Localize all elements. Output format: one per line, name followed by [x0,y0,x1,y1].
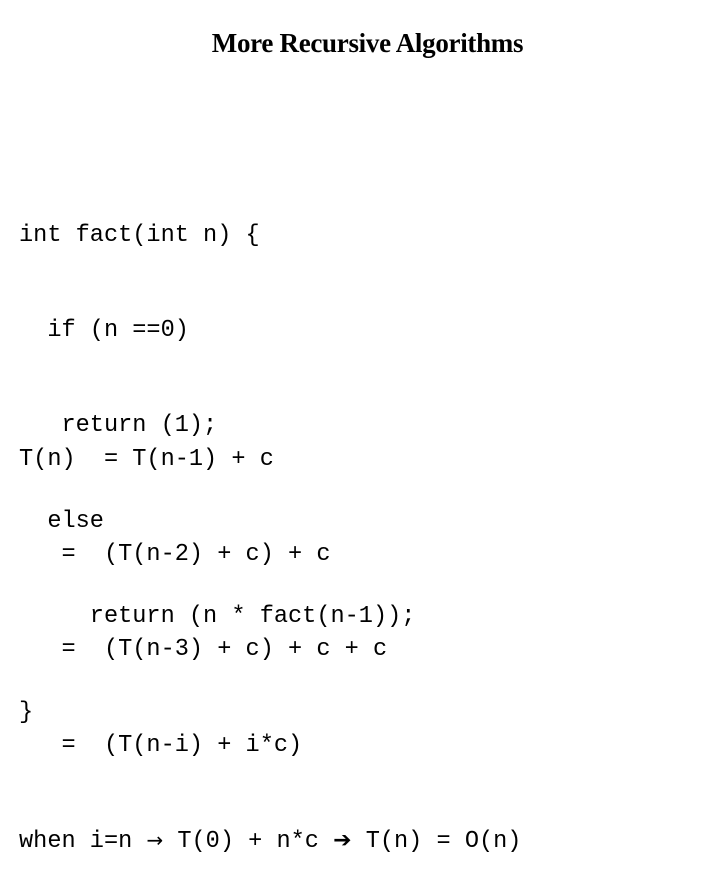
recurrence-line: = (T(n-i) + i*c) [19,731,303,759]
conclusion-line: when i=n → T(0) + n*c ➔ T(n) = O(n) [19,825,521,857]
code-line: if (n ==0) [19,316,189,344]
recurrence-analysis: T(n) = T(n-1) + c = (T(n-2) + c) + c = (… [19,380,521,889]
code-line: int fact(int n) { [19,221,260,249]
recurrence-line: T(n) = T(n-1) + c [19,445,274,473]
bold-right-arrow-icon: ➔ [333,828,352,854]
conclusion-text: T(n) = O(n) [351,828,522,856]
slide-title: More Recursive Algorithms [211,28,524,58]
conclusion-text: when i=n [19,828,147,856]
conclusion-text: T(0) + n*c [163,828,334,856]
recurrence-line: = (T(n-2) + c) + c [19,540,331,568]
right-arrow-icon: → [146,828,164,853]
recurrence-line: = (T(n-3) + c) + c + c [19,636,388,664]
